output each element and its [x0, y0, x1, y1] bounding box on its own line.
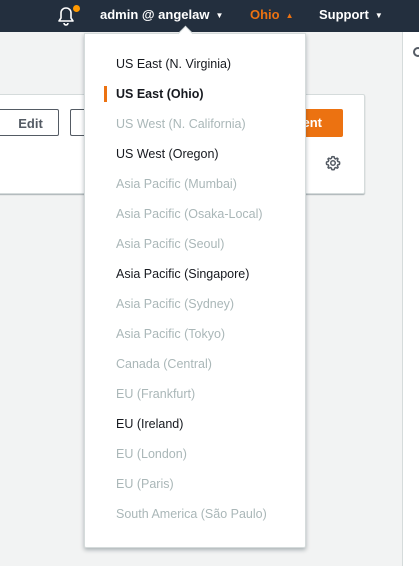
region-option-label: US East (Ohio)	[116, 87, 204, 101]
region-option[interactable]: US West (Oregon)	[85, 139, 305, 169]
edit-button[interactable]: Edit	[0, 109, 59, 136]
region-menu[interactable]: Ohio ▲	[250, 7, 294, 25]
gear-icon[interactable]	[324, 154, 342, 172]
region-option-label: Canada (Central)	[116, 357, 212, 371]
info-icon[interactable]	[413, 47, 419, 57]
region-option-label: Asia Pacific (Mumbai)	[116, 177, 237, 191]
region-option: Asia Pacific (Seoul)	[85, 229, 305, 259]
right-side-panel	[402, 32, 419, 566]
region-option: Asia Pacific (Sydney)	[85, 289, 305, 319]
notification-dot	[73, 5, 80, 12]
region-option: Asia Pacific (Tokyo)	[85, 319, 305, 349]
region-dropdown: US East (N. Virginia) US East (Ohio) US We…	[84, 33, 306, 548]
region-option: Asia Pacific (Osaka-Local)	[85, 199, 305, 229]
region-option[interactable]: Asia Pacific (Singapore)	[85, 259, 305, 289]
region-option-label: Asia Pacific (Seoul)	[116, 237, 225, 251]
region-option-label: EU (London)	[116, 447, 187, 461]
chevron-up-icon: ▲	[285, 11, 294, 20]
region-option-label: Asia Pacific (Osaka-Local)	[116, 207, 263, 221]
region-option-label: EU (Ireland)	[116, 417, 184, 431]
region-option-label: US West (N. California)	[116, 117, 246, 131]
region-option-label: Asia Pacific (Tokyo)	[116, 327, 226, 341]
chevron-down-icon: ▼	[215, 11, 224, 20]
region-option-label: Asia Pacific (Singapore)	[116, 267, 250, 281]
region-option-label: US West (Oregon)	[116, 147, 219, 161]
region-option-label: US East (N. Virginia)	[116, 57, 232, 71]
region-option: US West (N. California)	[85, 109, 305, 139]
region-option-label: South America (São Paulo)	[116, 507, 267, 521]
top-navigation-bar: admin @ angelaw ▼ Ohio ▲ Support ▼	[0, 0, 419, 32]
region-option-label: EU (Frankfurt)	[116, 387, 196, 401]
region-option[interactable]: EU (Ireland)	[85, 409, 305, 439]
region-option[interactable]: US East (Ohio)	[85, 79, 305, 109]
region-option-label: Asia Pacific (Sydney)	[116, 297, 235, 311]
region-option: South America (São Paulo)	[85, 499, 305, 529]
support-menu[interactable]: Support ▼	[319, 7, 383, 25]
region-option: Asia Pacific (Mumbai)	[85, 169, 305, 199]
region-option: EU (Frankfurt)	[85, 379, 305, 409]
region-option-label: EU (Paris)	[116, 477, 174, 491]
region-option[interactable]: US East (N. Virginia)	[85, 49, 305, 79]
selected-indicator	[104, 86, 107, 102]
support-label: Support	[319, 7, 369, 22]
region-label: Ohio	[250, 7, 280, 22]
chevron-down-icon: ▼	[374, 11, 383, 20]
region-option: EU (London)	[85, 439, 305, 469]
region-option: Canada (Central)	[85, 349, 305, 379]
account-label: admin @ angelaw	[100, 7, 210, 22]
region-option: EU (Paris)	[85, 469, 305, 499]
region-list: US East (N. Virginia) US East (Ohio) US We…	[85, 49, 305, 529]
edit-button-label: Edit	[18, 116, 43, 131]
account-menu[interactable]: admin @ angelaw ▼	[100, 7, 223, 25]
